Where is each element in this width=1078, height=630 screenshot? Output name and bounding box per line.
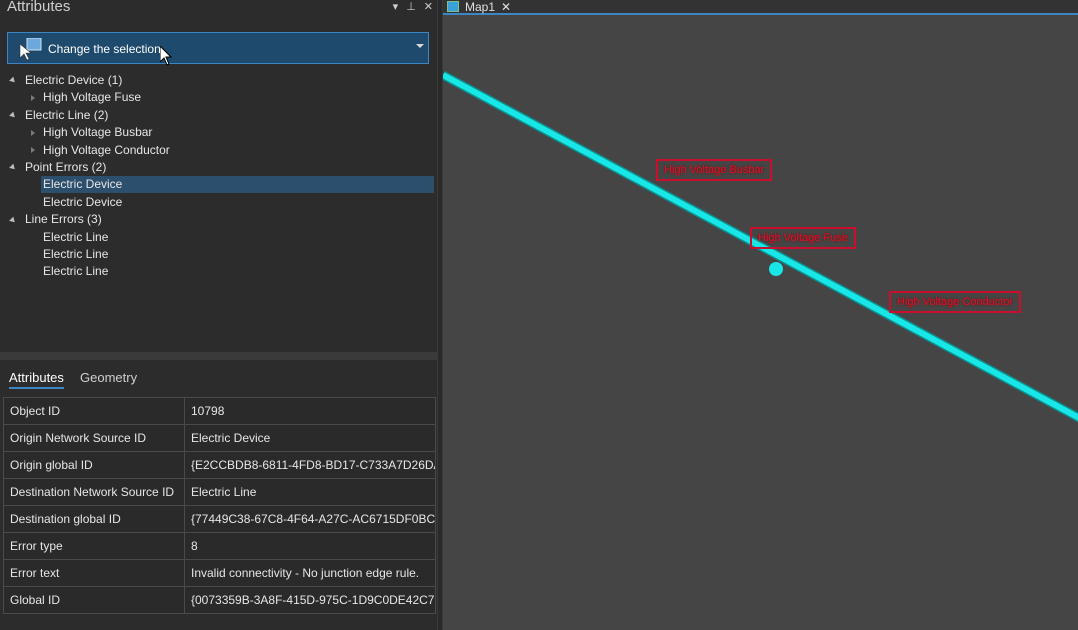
tree-item[interactable]: Electric Device <box>43 194 122 211</box>
attribute-name: Origin global ID <box>3 451 185 479</box>
tree-item[interactable]: High Voltage Fuse <box>31 89 141 106</box>
table-row[interactable]: Global ID {0073359B-3A8F-415D-975C-1D9C0D… <box>3 586 436 614</box>
tree-item-label: Electric Line <box>43 264 109 279</box>
attribute-name: Destination global ID <box>3 505 185 533</box>
pane-controls: ▾ ⊥ ✕ <box>393 0 433 14</box>
tree-group[interactable]: Line Errors (3) <box>9 211 102 228</box>
tree-item[interactable]: Electric Line <box>43 246 108 263</box>
tab-attributes[interactable]: Attributes <box>9 370 64 389</box>
attribute-name: Origin Network Source ID <box>3 424 185 452</box>
attribute-value[interactable]: 8 <box>184 532 436 560</box>
label-conductor: High Voltage Conductor <box>889 291 1022 313</box>
label-busbar: High Voltage Busbar <box>656 159 773 181</box>
collapsed-triangle-icon[interactable] <box>31 147 35 154</box>
tree-item[interactable]: Electric Line <box>43 229 108 246</box>
table-row[interactable]: Error text Invalid connectivity - No junc… <box>3 559 436 587</box>
tree-item-label: High Voltage Fuse <box>43 90 142 105</box>
expand-triangle-icon[interactable] <box>9 163 17 172</box>
close-icon[interactable]: ✕ <box>501 1 511 13</box>
collapsed-triangle-icon[interactable] <box>31 130 35 137</box>
attribute-table: Object ID 10798 Origin Network Source ID El… <box>3 397 436 614</box>
tree-item[interactable]: Electric Device <box>41 176 434 194</box>
table-row[interactable]: Destination Network Source ID Electric Li… <box>3 478 436 506</box>
tree-item-label: Line Errors (3) <box>25 212 102 227</box>
tree-item-label: High Voltage Busbar <box>43 125 153 140</box>
table-row[interactable]: Error type 8 <box>3 532 436 560</box>
tree-item[interactable]: Electric Line <box>43 263 108 280</box>
map-canvas[interactable] <box>443 15 1078 630</box>
tree-group[interactable]: Electric Device (1) <box>9 72 123 89</box>
attribute-name: Error type <box>3 532 185 560</box>
attribute-value[interactable]: {E2CCBDB8-6811-4FD8-BD17-C733A7D26DAB} <box>184 451 436 479</box>
attribute-name: Destination Network Source ID <box>3 478 185 506</box>
close-icon[interactable]: ✕ <box>424 1 433 13</box>
map-tabbar: Map1 ✕ <box>443 0 1078 15</box>
tree-item-label: Electric Line <box>43 247 109 261</box>
chevron-down-icon <box>416 44 424 48</box>
attribute-name: Global ID <box>3 586 185 614</box>
pin-icon[interactable]: ⊥ <box>406 1 416 13</box>
expand-triangle-icon[interactable] <box>9 216 17 224</box>
mouse-cursor-icon <box>160 46 172 66</box>
selection-dropdown-label: Change the selection <box>48 42 161 56</box>
label-fuse: High Voltage Fuse <box>750 227 856 249</box>
map-icon <box>447 1 459 12</box>
collapsed-triangle-icon[interactable] <box>31 95 35 102</box>
attribute-value[interactable]: Electric Line <box>184 478 436 506</box>
map-view[interactable]: Map1 ✕ High Voltage Busbar High Voltage … <box>443 0 1078 630</box>
tree-item[interactable]: High Voltage Busbar <box>31 124 152 141</box>
expand-triangle-icon[interactable] <box>9 111 17 120</box>
tree-item-label: Electric Line <box>43 229 109 244</box>
attribute-value[interactable]: Electric Device <box>184 424 436 452</box>
map-tab-label: Map1 <box>465 0 496 14</box>
select-tool-icon <box>19 38 42 60</box>
tab-geometry[interactable]: Geometry <box>80 370 137 385</box>
table-row[interactable]: Object ID 10798 <box>3 397 436 425</box>
attribute-value[interactable]: {77449C38-67C8-4F64-A27C-AC6715DF0BCC} <box>184 505 436 533</box>
tree-group[interactable]: Electric Line (2) <box>9 107 109 124</box>
attribute-name: Error text <box>3 559 185 587</box>
tree-item-label: Electric Device <box>43 177 123 192</box>
attribute-value[interactable]: Invalid connectivity - No junction edge … <box>184 559 436 587</box>
pane-splitter[interactable] <box>0 352 437 360</box>
electric-device-point[interactable] <box>769 262 783 276</box>
tree-item-label: Point Errors (2) <box>25 160 107 174</box>
table-row[interactable]: Origin Network Source ID Electric Device <box>3 424 436 452</box>
tree-item-label: Electric Line (2) <box>25 107 109 122</box>
table-row[interactable]: Origin global ID {E2CCBDB8-6811-4FD8-BD17… <box>3 451 436 479</box>
attributes-pane: Attributes ▾ ⊥ ✕ Change the selection El… <box>0 0 437 630</box>
selection-dropdown[interactable]: Change the selection <box>7 32 429 64</box>
attribute-name: Object ID <box>3 397 185 425</box>
pane-title: Attributes <box>7 0 71 15</box>
attribute-value[interactable]: 10798 <box>184 397 436 425</box>
tree-item[interactable]: High Voltage Conductor <box>31 142 170 159</box>
tree-item-label: High Voltage Conductor <box>43 142 170 157</box>
attribute-tabs: Attributes Geometry <box>0 368 437 392</box>
expand-triangle-icon[interactable] <box>9 76 17 85</box>
attribute-value[interactable]: {0073359B-3A8F-415D-975C-1D9C0DE42C7C} <box>184 586 436 614</box>
tab-map1[interactable]: Map1 ✕ <box>447 0 511 13</box>
table-row[interactable]: Destination global ID {77449C38-67C8-4F64… <box>3 505 436 533</box>
tree-item-label: Electric Device (1) <box>25 73 123 87</box>
pane-menu-icon[interactable]: ▾ <box>393 1 399 13</box>
tree-item-label: Electric Device <box>43 194 123 209</box>
tree-group[interactable]: Point Errors (2) <box>9 159 107 176</box>
